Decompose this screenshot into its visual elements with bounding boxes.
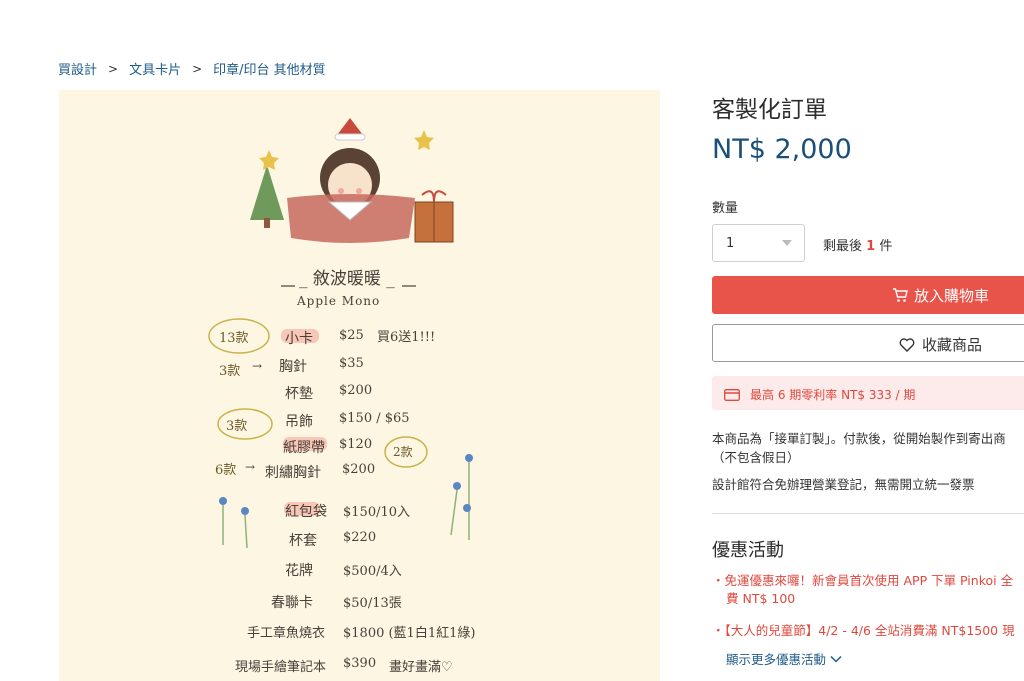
item-price: $50/13張 (343, 596, 402, 611)
item-name: 紙膠帶 (283, 440, 325, 456)
invoice-note: 設計館符合免辦理營業登記，無需開立統一發票 (712, 477, 975, 492)
star-drawing (414, 130, 434, 150)
add-to-cart-label: 放入購物車 (914, 287, 990, 305)
item-price: $500/4入 (343, 564, 402, 579)
chevron-right-icon: > (192, 61, 203, 76)
star-drawing (259, 150, 279, 170)
item-price: $150/10入 (343, 505, 411, 520)
item-price: $200 (342, 462, 376, 477)
quantity-label: 數量 (712, 201, 739, 216)
installment-text: 最高 6 期零利率 NT$ 333 / 期 (750, 388, 916, 402)
installment-banner[interactable]: 最高 6 期零利率 NT$ 333 / 期 (712, 376, 1024, 410)
arrow-1: → (252, 359, 263, 373)
item-note: 畫好畫滿♡ (389, 660, 453, 675)
stock-suffix: 件 (879, 239, 893, 254)
credit-card-icon (724, 388, 740, 401)
product-price: NT$ 2,000 (712, 134, 852, 165)
note-3a: 3款 (219, 364, 241, 379)
chevron-down-icon (830, 655, 842, 663)
lead-time-text: 本商品為「接單訂製」。付款後，從開始製作到寄出商 (712, 431, 1006, 446)
stock-count: 1 (866, 239, 876, 254)
image-heading: _ 敘波暖暖 _ (299, 269, 395, 289)
cart-icon (893, 288, 908, 302)
promotions-title: 優惠活動 (712, 540, 784, 561)
item-price: $150 / $65 (339, 411, 410, 426)
item-name: 紅包袋 (285, 504, 327, 520)
item-price: $200 (339, 383, 373, 398)
divider (712, 513, 1024, 514)
item-name: 吊飾 (285, 414, 313, 430)
breadcrumb-link-stamps[interactable]: 印章/印台 其他材質 (213, 59, 326, 78)
item-name: 花牌 (285, 563, 313, 579)
note-3b: 3款 (226, 419, 248, 434)
quantity-select[interactable]: 1 (712, 224, 805, 262)
item-price: $220 (343, 530, 377, 545)
favorite-button[interactable]: 收藏商品 (712, 324, 1024, 362)
promotion-item-cont[interactable]: 費 NT$ 100 (726, 588, 795, 607)
promotion-item[interactable]: ・【大人的兒童節】4/2 - 4/6 全站消費滿 NT$1500 現 (712, 620, 1015, 639)
promotion-item[interactable]: ・免運優惠來囉！新會員首次使用 APP 下單 Pinkoi 全 (712, 570, 1013, 589)
item-name: 手工章魚燒衣 (247, 626, 326, 641)
tree-trunk-drawing (264, 218, 270, 228)
image-subheading: Apple Mono (297, 294, 381, 308)
item-name: 現場手繪筆記本 (235, 660, 327, 675)
quantity-value: 1 (726, 235, 735, 251)
caret-down-icon (782, 240, 792, 246)
item-note: 買6送1!!! (377, 330, 436, 345)
item-price: $35 (339, 356, 364, 371)
flowers-right (450, 462, 470, 540)
item-price: $120 (339, 437, 373, 452)
hat-drawing (337, 118, 363, 135)
item-price: $390 (343, 656, 377, 671)
tree-drawing (250, 165, 284, 220)
breadcrumb-link-design[interactable]: 買設計 (58, 59, 97, 78)
heart-icon (899, 337, 915, 352)
lead-time-note: （不包含假日） (712, 450, 800, 465)
product-title: 客製化訂單 (712, 97, 827, 123)
product-info-panel: 客製化訂單 NT$ 2,000 數量 1 剩最後 1 件 放入購物車 收藏商品 (712, 0, 1024, 681)
item-name: 刺繡胸針 (265, 465, 321, 481)
stock-prefix: 剩最後 (823, 239, 863, 254)
breadcrumb-link-stationery[interactable]: 文具卡片 (129, 59, 181, 78)
chevron-right-icon: > (108, 61, 119, 76)
arrow-2: → (245, 460, 256, 474)
hat-brim-drawing (334, 133, 366, 141)
item-name: 春聯卡 (271, 595, 313, 611)
item-price: $25 (339, 328, 364, 343)
note-13: 13款 (219, 331, 249, 346)
item-name: 杯墊 (285, 386, 313, 402)
breadcrumb: 買設計 > 文具卡片 > 印章/印台 其他材質 (58, 59, 326, 79)
note-2: 2款 (393, 445, 413, 459)
item-name: 杯套 (289, 533, 317, 549)
item-price: $1800 (藍1白1紅1綠) (343, 626, 476, 641)
show-more-promotions-link[interactable]: 顯示更多優惠活動 (726, 649, 842, 668)
favorite-label: 收藏商品 (922, 336, 983, 354)
show-more-label: 顯示更多優惠活動 (726, 652, 827, 667)
item-name: 胸針 (279, 359, 307, 375)
add-to-cart-button[interactable]: 放入購物車 (712, 276, 1024, 314)
stock-info: 剩最後 1 件 (823, 235, 892, 254)
product-image[interactable]: _ 敘波暖暖 _ Apple Mono 13款 3款 → 3款 6款 → 2款 … (59, 90, 660, 681)
note-6: 6款 (215, 463, 237, 478)
item-name: 小卡 (285, 331, 313, 347)
